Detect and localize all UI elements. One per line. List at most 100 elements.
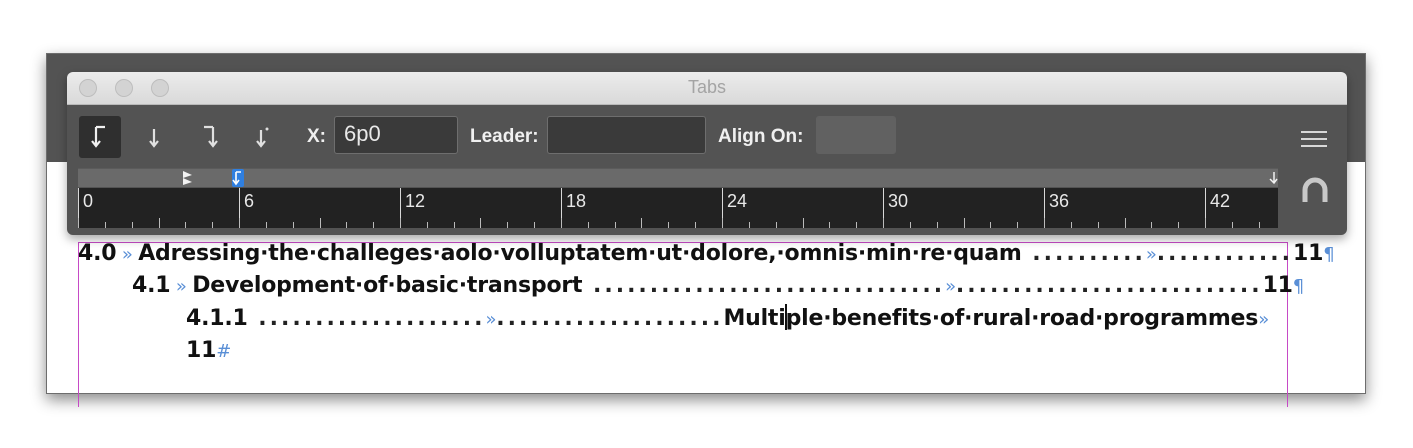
ruler-minor-tick [1125, 218, 1126, 228]
ruler-minor-tick [239, 218, 240, 228]
align-on-field [816, 116, 896, 154]
ruler-minor-tick [454, 222, 455, 228]
end-of-story-mark: # [216, 341, 232, 362]
right-tab-icon [204, 125, 218, 148]
ruler-minor-tick [964, 218, 965, 228]
toc-text-after-cursor: ple·benefits·of·rural·road·programmes [785, 306, 1259, 331]
ruler-minor-tick [159, 218, 160, 228]
panel-title: Tabs [687, 77, 727, 97]
ruler-minor-tick [1017, 222, 1018, 228]
ruler-minor-tick [561, 218, 562, 228]
position-panel-above-text-frame-icon[interactable] [1301, 176, 1329, 206]
right-indent-marker-icon[interactable] [1266, 170, 1278, 186]
panel-toolbar: X: 6p0 Leader: Align On: [67, 105, 1347, 167]
toc-text-before-cursor: Multi [723, 306, 786, 331]
ruler-minor-tick [105, 222, 106, 228]
ruler-minor-tick [132, 222, 133, 228]
tab-mark: » [485, 309, 497, 330]
ruler-minor-tick [373, 222, 374, 228]
leader-dots: ........................... [955, 273, 1263, 298]
ruler-minor-tick [910, 222, 911, 228]
toc-line-1[interactable]: 4.0 » Adressing·the·challeges·aolo·vollu… [78, 240, 1335, 269]
ruler-minor-tick [1259, 222, 1260, 228]
ruler-minor-tick [776, 222, 777, 228]
ruler-minor-tick [695, 222, 696, 228]
ruler-minor-tick [480, 218, 481, 228]
ruler-label: 12 [405, 191, 426, 211]
ruler-minor-tick [400, 218, 401, 228]
ruler-label: 42 [1210, 191, 1231, 211]
panel-titlebar[interactable]: Tabs [67, 72, 1347, 105]
ruler-minor-tick [185, 222, 186, 228]
toc-number: 4.1 [132, 273, 171, 298]
toc-text: Development·of·basic·transport [192, 273, 583, 298]
ruler-minor-tick [641, 218, 642, 228]
x-position-label: X: [307, 126, 326, 147]
ruler-minor-tick [427, 222, 428, 228]
pilcrow-mark: ¶ [1292, 276, 1305, 297]
decimal-tab-icon [256, 127, 269, 148]
tabs-panel: Tabs X: 6p0 Leader: Align On: 0 6 12 18 … [67, 72, 1347, 235]
ruler-minor-tick [856, 222, 857, 228]
left-justified-tab-button[interactable] [79, 116, 121, 158]
right-justified-tab-button[interactable] [188, 116, 230, 158]
ruler-minor-tick [588, 222, 589, 228]
leader-dots: ............................... [582, 273, 946, 298]
ruler-minor-tick [1232, 222, 1233, 228]
ruler-minor-tick [1205, 218, 1206, 228]
tab-mark: » [1258, 309, 1270, 330]
align-on-label: Align On: [718, 126, 804, 147]
tab-mark: » [170, 276, 193, 297]
ruler-minor-tick [293, 222, 294, 228]
toc-page: 11 [186, 338, 217, 363]
ruler-minor-tick [937, 222, 938, 228]
toc-number: 4.0 [78, 241, 117, 266]
toc-page: 11 [1293, 241, 1324, 266]
ruler-minor-tick [1098, 222, 1099, 228]
left-tab-stop-icon [232, 171, 241, 186]
toc-line-4[interactable]: 11# [186, 337, 231, 366]
ruler-label: 0 [83, 191, 94, 211]
indent-marker-icon[interactable] [182, 170, 194, 186]
leader-dots: ............ [1156, 241, 1293, 266]
ruler-minor-tick [1178, 222, 1179, 228]
ruler-minor-tick [749, 222, 750, 228]
left-tab-icon [91, 125, 105, 148]
selected-tab-stop[interactable] [232, 169, 244, 187]
toc-line-2[interactable]: 4.1 » Development·of·basic·transport ...… [132, 272, 1304, 301]
tab-mark: » [116, 244, 139, 265]
leader-field[interactable] [547, 116, 706, 154]
pilcrow-mark: ¶ [1323, 244, 1335, 265]
center-tab-icon [149, 129, 159, 148]
ruler-label: 30 [888, 191, 909, 211]
ruler-minor-tick [1044, 218, 1045, 228]
ruler-minor-tick [803, 218, 804, 228]
ruler-minor-tick [507, 222, 508, 228]
toc-line-3[interactable]: 4.1.1 ....................».............… [186, 304, 1269, 334]
ruler-minor-tick [615, 222, 616, 228]
tab-mark: » [945, 276, 956, 297]
leader-label: Leader: [470, 126, 539, 147]
x-position-field[interactable]: 6p0 [334, 116, 458, 154]
ruler-label: 24 [727, 191, 748, 211]
toc-page: 11 [1262, 273, 1293, 298]
ruler-minor-tick [346, 222, 347, 228]
tab-ruler[interactable]: 0 6 12 18 24 30 36 42 [78, 188, 1278, 228]
ruler-minor-tick [534, 222, 535, 228]
toc-number: 4.1.1 [186, 306, 248, 331]
ruler-label: 36 [1049, 191, 1070, 211]
tab-stop-strip[interactable] [78, 168, 1278, 187]
leader-dots: .................... [247, 306, 486, 331]
ruler-minor-tick [1071, 222, 1072, 228]
ruler-minor-tick [78, 218, 79, 228]
ruler-minor-tick [883, 218, 884, 228]
ruler-minor-tick [212, 222, 213, 228]
align-to-decimal-tab-button[interactable] [241, 116, 283, 158]
ruler-minor-tick [1151, 222, 1152, 228]
toc-text: Adressing·the·challeges·aolo·volluptatem… [138, 241, 1022, 266]
ruler-minor-tick [722, 218, 723, 228]
panel-menu-icon[interactable] [1301, 131, 1327, 152]
tab-mark: » [1145, 244, 1157, 265]
center-justified-tab-button[interactable] [133, 116, 175, 158]
ruler-label: 6 [244, 191, 255, 211]
